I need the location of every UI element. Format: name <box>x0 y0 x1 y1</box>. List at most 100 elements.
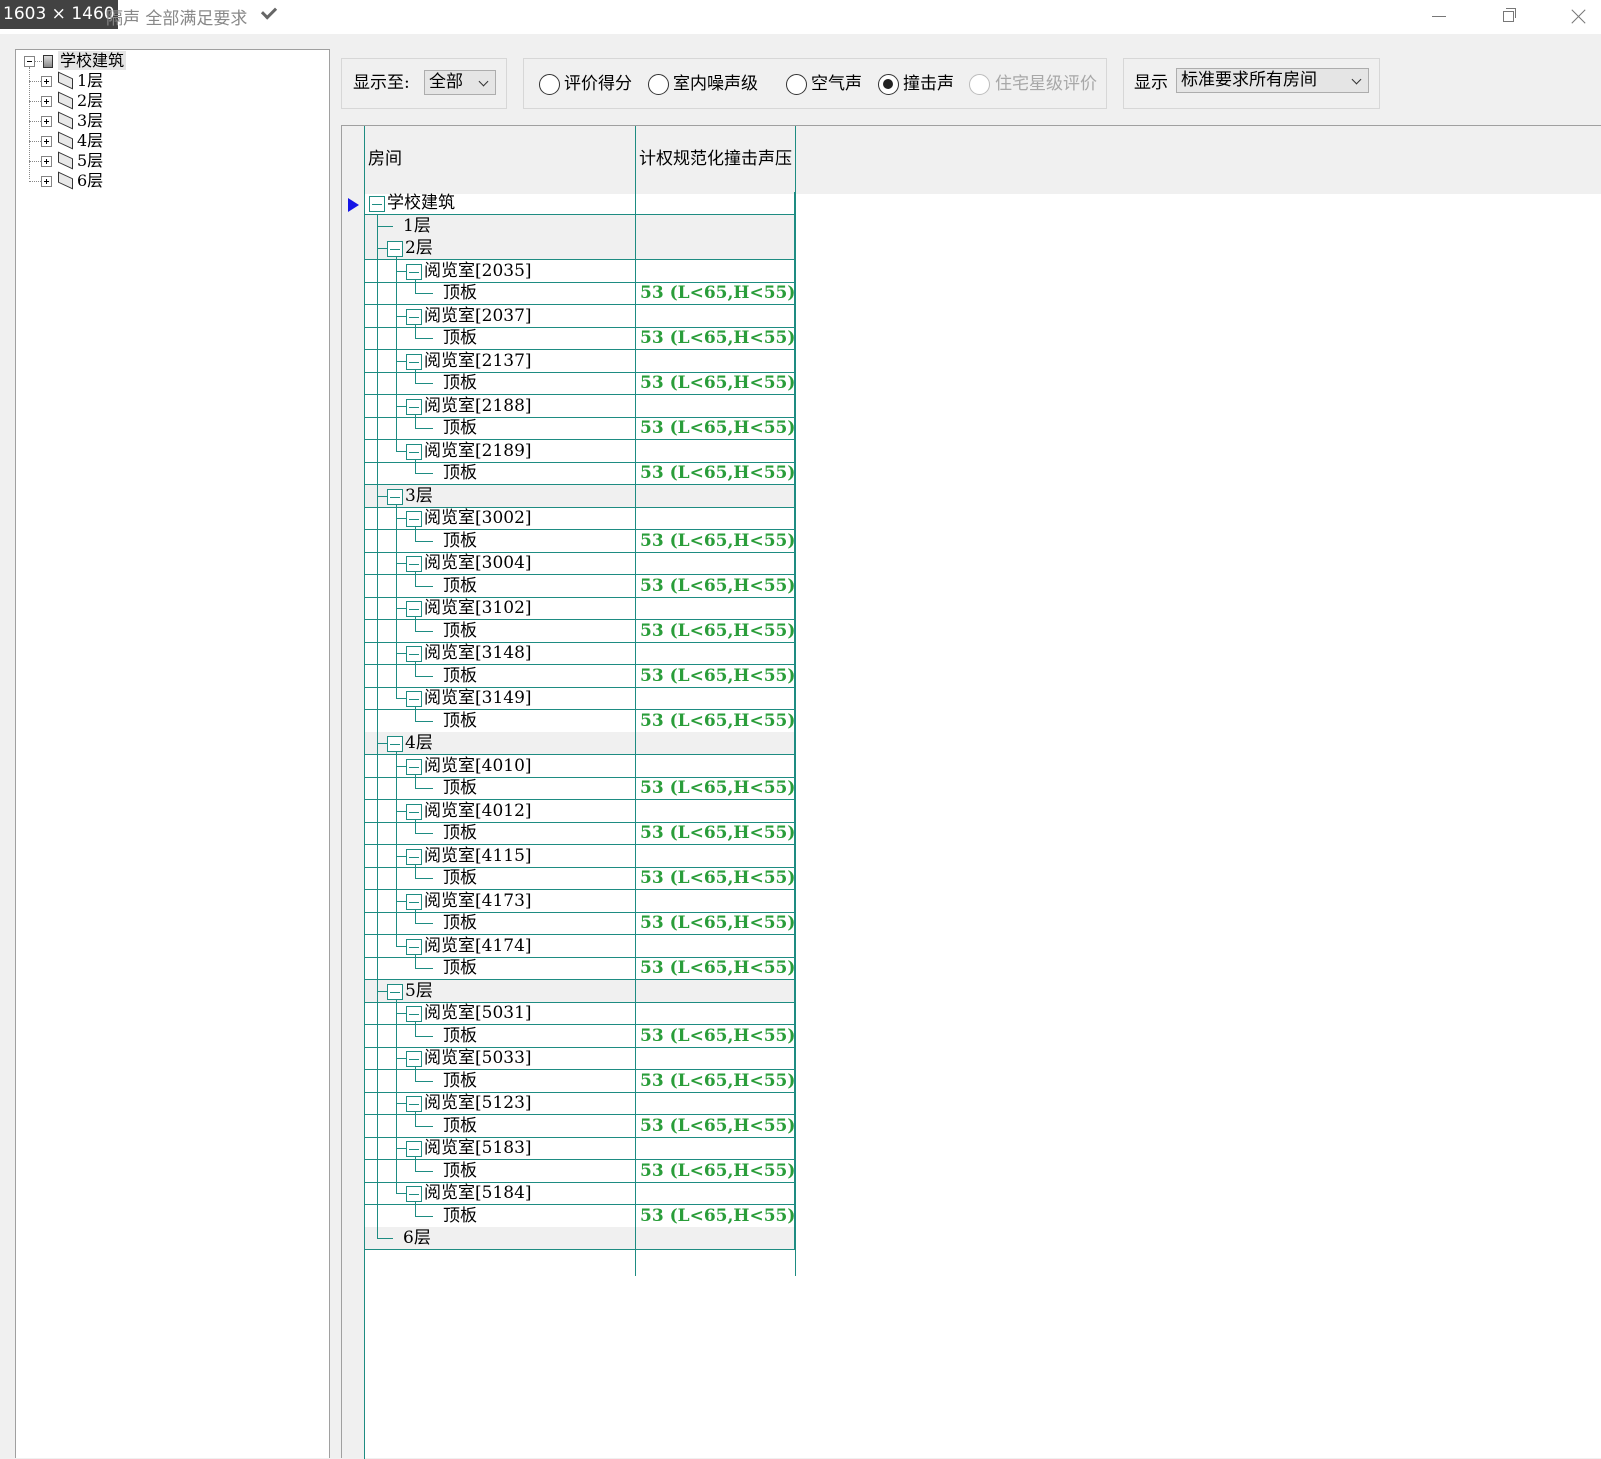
value-cell[interactable]: 53 (L<65,H<55) <box>635 777 795 800</box>
column-header-impact-sound[interactable]: 计权规范化撞击声压 <box>639 149 795 169</box>
value-cell[interactable] <box>635 507 795 530</box>
room-cell[interactable]: 阅览室[4174] <box>365 935 635 958</box>
value-cell[interactable]: 53 (L<65,H<55) <box>635 957 795 980</box>
tree-floor-label[interactable]: 5层 <box>77 151 103 171</box>
value-cell[interactable]: 53 (L<65,H<55) <box>635 1070 795 1093</box>
collapse-icon[interactable] <box>406 759 422 775</box>
radio-indoor-noise-label[interactable]: 室内噪声级 <box>673 73 758 95</box>
room-cell[interactable]: 阅览室[2189] <box>365 440 635 463</box>
room-cell[interactable]: 5层 <box>365 980 635 1003</box>
room-cell[interactable]: 阅览室[4115] <box>365 845 635 868</box>
room-cell[interactable]: 阅览室[2037] <box>365 305 635 328</box>
expand-icon[interactable] <box>41 176 52 187</box>
value-cell[interactable]: 53 (L<65,H<55) <box>635 462 795 485</box>
room-cell[interactable]: 阅览室[3149] <box>365 687 635 710</box>
room-cell[interactable]: 阅览室[3002] <box>365 507 635 530</box>
value-cell[interactable] <box>635 192 795 215</box>
show-to-select[interactable]: 全部 <box>424 70 496 95</box>
room-cell[interactable]: 顶板 <box>365 710 635 733</box>
room-cell[interactable]: 顶板 <box>365 417 635 440</box>
value-cell[interactable]: 53 (L<65,H<55) <box>635 822 795 845</box>
room-cell[interactable]: 阅览室[2137] <box>365 350 635 373</box>
collapse-icon[interactable] <box>406 444 422 460</box>
room-cell[interactable]: 阅览室[3102] <box>365 597 635 620</box>
room-cell[interactable]: 阅览室[2035] <box>365 260 635 283</box>
room-cell[interactable]: 阅览室[3004] <box>365 552 635 575</box>
room-cell[interactable]: 顶板 <box>365 1160 635 1183</box>
radio-score-label[interactable]: 评价得分 <box>564 73 632 95</box>
value-cell[interactable]: 53 (L<65,H<55) <box>635 372 795 395</box>
collapse-icon[interactable] <box>406 939 422 955</box>
room-cell[interactable]: 顶板 <box>365 957 635 980</box>
collapse-icon[interactable] <box>406 1141 422 1157</box>
collapse-icon[interactable] <box>406 646 422 662</box>
collapse-icon[interactable] <box>406 601 422 617</box>
value-cell[interactable]: 53 (L<65,H<55) <box>635 327 795 350</box>
room-cell[interactable]: 阅览室[4010] <box>365 755 635 778</box>
room-cell[interactable]: 顶板 <box>365 665 635 688</box>
results-grid[interactable]: 房间 计权规范化撞击声压 学校建筑 1层 2层 阅览室[2035] 顶板 53 (L<65… <box>341 125 1601 1459</box>
value-cell[interactable] <box>635 350 795 373</box>
room-cell[interactable]: 1层 <box>365 215 635 238</box>
value-cell[interactable] <box>635 440 795 463</box>
column-header-room[interactable]: 房间 <box>368 149 628 169</box>
collapse-icon[interactable] <box>406 399 422 415</box>
collapse-icon[interactable] <box>387 489 403 505</box>
room-cell[interactable]: 阅览室[5184] <box>365 1182 635 1205</box>
collapse-icon[interactable] <box>406 1186 422 1202</box>
value-cell[interactable] <box>635 935 795 958</box>
value-cell[interactable]: 53 (L<65,H<55) <box>635 1205 795 1228</box>
room-cell[interactable]: 阅览室[5031] <box>365 1002 635 1025</box>
collapse-icon[interactable] <box>406 691 422 707</box>
room-cell[interactable]: 6层 <box>365 1227 635 1250</box>
room-cell[interactable]: 顶板 <box>365 372 635 395</box>
value-cell[interactable] <box>635 215 795 238</box>
value-cell[interactable]: 53 (L<65,H<55) <box>635 620 795 643</box>
radio-score[interactable] <box>539 74 560 95</box>
tree-floor-label[interactable]: 3层 <box>77 111 103 131</box>
value-cell[interactable]: 53 (L<65,H<55) <box>635 1025 795 1048</box>
radio-airborne[interactable] <box>786 74 807 95</box>
close-icon[interactable] <box>1555 0 1599 32</box>
collapse-icon[interactable] <box>406 1096 422 1112</box>
room-cell[interactable]: 阅览室[5183] <box>365 1137 635 1160</box>
collapse-icon[interactable] <box>406 1051 422 1067</box>
value-cell[interactable]: 53 (L<65,H<55) <box>635 1160 795 1183</box>
value-cell[interactable]: 53 (L<65,H<55) <box>635 530 795 553</box>
room-cell[interactable]: 4层 <box>365 732 635 755</box>
value-cell[interactable] <box>635 845 795 868</box>
collapse-icon[interactable] <box>406 556 422 572</box>
value-cell[interactable] <box>635 980 795 1003</box>
value-cell[interactable] <box>635 1137 795 1160</box>
room-cell[interactable]: 阅览室[4012] <box>365 800 635 823</box>
room-cell[interactable]: 顶板 <box>365 1025 635 1048</box>
value-cell[interactable] <box>635 552 795 575</box>
room-cell[interactable]: 3层 <box>365 485 635 508</box>
room-cell[interactable]: 顶板 <box>365 912 635 935</box>
collapse-icon[interactable] <box>406 309 422 325</box>
display-select[interactable]: 标准要求所有房间 <box>1176 68 1369 93</box>
collapse-icon[interactable] <box>387 736 403 752</box>
value-cell[interactable] <box>635 1002 795 1025</box>
value-cell[interactable]: 53 (L<65,H<55) <box>635 867 795 890</box>
room-cell[interactable]: 顶板 <box>365 462 635 485</box>
collapse-icon[interactable] <box>406 1006 422 1022</box>
value-cell[interactable]: 53 (L<65,H<55) <box>635 912 795 935</box>
room-cell[interactable]: 顶板 <box>365 1070 635 1093</box>
value-cell[interactable] <box>635 890 795 913</box>
value-cell[interactable] <box>635 395 795 418</box>
room-cell[interactable]: 阅览室[3148] <box>365 642 635 665</box>
value-cell[interactable]: 53 (L<65,H<55) <box>635 417 795 440</box>
value-cell[interactable] <box>635 800 795 823</box>
room-cell[interactable]: 顶板 <box>365 575 635 598</box>
expand-icon[interactable] <box>41 76 52 87</box>
room-cell[interactable]: 阅览室[5033] <box>365 1047 635 1070</box>
room-cell[interactable]: 顶板 <box>365 1205 635 1228</box>
collapse-icon[interactable] <box>406 849 422 865</box>
room-cell[interactable]: 学校建筑 <box>365 192 635 215</box>
collapse-icon[interactable] <box>387 241 403 257</box>
value-cell[interactable]: 53 (L<65,H<55) <box>635 575 795 598</box>
room-cell[interactable]: 阅览室[2188] <box>365 395 635 418</box>
radio-indoor-noise[interactable] <box>648 74 669 95</box>
expand-icon[interactable] <box>41 156 52 167</box>
